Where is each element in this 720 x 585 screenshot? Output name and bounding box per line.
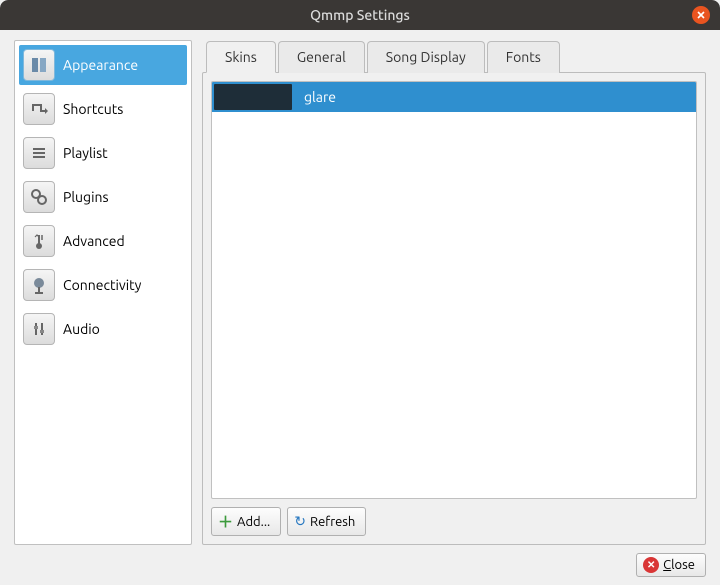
audio-icon (23, 313, 55, 345)
window-title: Qmmp Settings (310, 7, 410, 23)
tab-label: Fonts (506, 49, 541, 65)
plugins-icon (23, 181, 55, 213)
window-body: Appearance Shortcuts Playlist (0, 30, 720, 585)
settings-window: Qmmp Settings Appearance (0, 0, 720, 585)
tab-fonts[interactable]: Fonts (487, 41, 560, 73)
sidebar-item-shortcuts[interactable]: Shortcuts (19, 89, 187, 129)
close-icon (696, 10, 706, 20)
content-area: Skins General Song Display Fonts glare (202, 40, 706, 545)
sidebar-item-playlist[interactable]: Playlist (19, 133, 187, 173)
sidebar-item-label: Playlist (63, 145, 108, 161)
skin-row[interactable]: glare (212, 82, 696, 112)
tab-pane: glare ＋ Add... ↻ Refresh (202, 72, 706, 545)
sidebar-item-label: Connectivity (63, 277, 141, 293)
advanced-icon (23, 225, 55, 257)
main-area: Appearance Shortcuts Playlist (14, 40, 706, 545)
sidebar-item-label: Plugins (63, 189, 109, 205)
skin-thumbnail (214, 84, 292, 110)
skins-list[interactable]: glare (211, 81, 697, 499)
sidebar-item-label: Appearance (63, 57, 138, 73)
close-button[interactable]: ✕ Close (636, 553, 706, 577)
sidebar-item-label: Shortcuts (63, 101, 123, 117)
tab-bar: Skins General Song Display Fonts (202, 40, 706, 72)
window-close-button[interactable] (692, 6, 710, 24)
close-button-label: Close (663, 558, 695, 572)
titlebar: Qmmp Settings (0, 0, 720, 30)
shortcuts-icon (23, 93, 55, 125)
playlist-icon (23, 137, 55, 169)
skin-action-row: ＋ Add... ↻ Refresh (211, 507, 697, 536)
tab-label: Skins (225, 49, 257, 65)
sidebar-item-advanced[interactable]: Advanced (19, 221, 187, 261)
tab-label: Song Display (386, 49, 466, 65)
tab-general[interactable]: General (278, 41, 365, 73)
plus-icon: ＋ (218, 511, 233, 532)
tab-skins[interactable]: Skins (206, 41, 276, 73)
sidebar-item-connectivity[interactable]: Connectivity (19, 265, 187, 305)
sidebar-item-audio[interactable]: Audio (19, 309, 187, 349)
refresh-button[interactable]: ↻ Refresh (287, 507, 366, 536)
refresh-icon: ↻ (294, 513, 306, 530)
sidebar-item-appearance[interactable]: Appearance (19, 45, 187, 85)
skin-name: glare (304, 89, 336, 105)
sidebar-item-plugins[interactable]: Plugins (19, 177, 187, 217)
tab-label: General (297, 49, 346, 65)
connectivity-icon (23, 269, 55, 301)
add-button-label: Add... (237, 515, 270, 529)
tab-song-display[interactable]: Song Display (367, 41, 485, 73)
sidebar: Appearance Shortcuts Playlist (14, 40, 192, 545)
sidebar-item-label: Audio (63, 321, 100, 337)
appearance-icon (23, 49, 55, 81)
sidebar-item-label: Advanced (63, 233, 125, 249)
refresh-button-label: Refresh (310, 515, 355, 529)
dialog-footer: ✕ Close (14, 553, 706, 577)
error-close-icon: ✕ (643, 557, 659, 573)
add-button[interactable]: ＋ Add... (211, 507, 281, 536)
